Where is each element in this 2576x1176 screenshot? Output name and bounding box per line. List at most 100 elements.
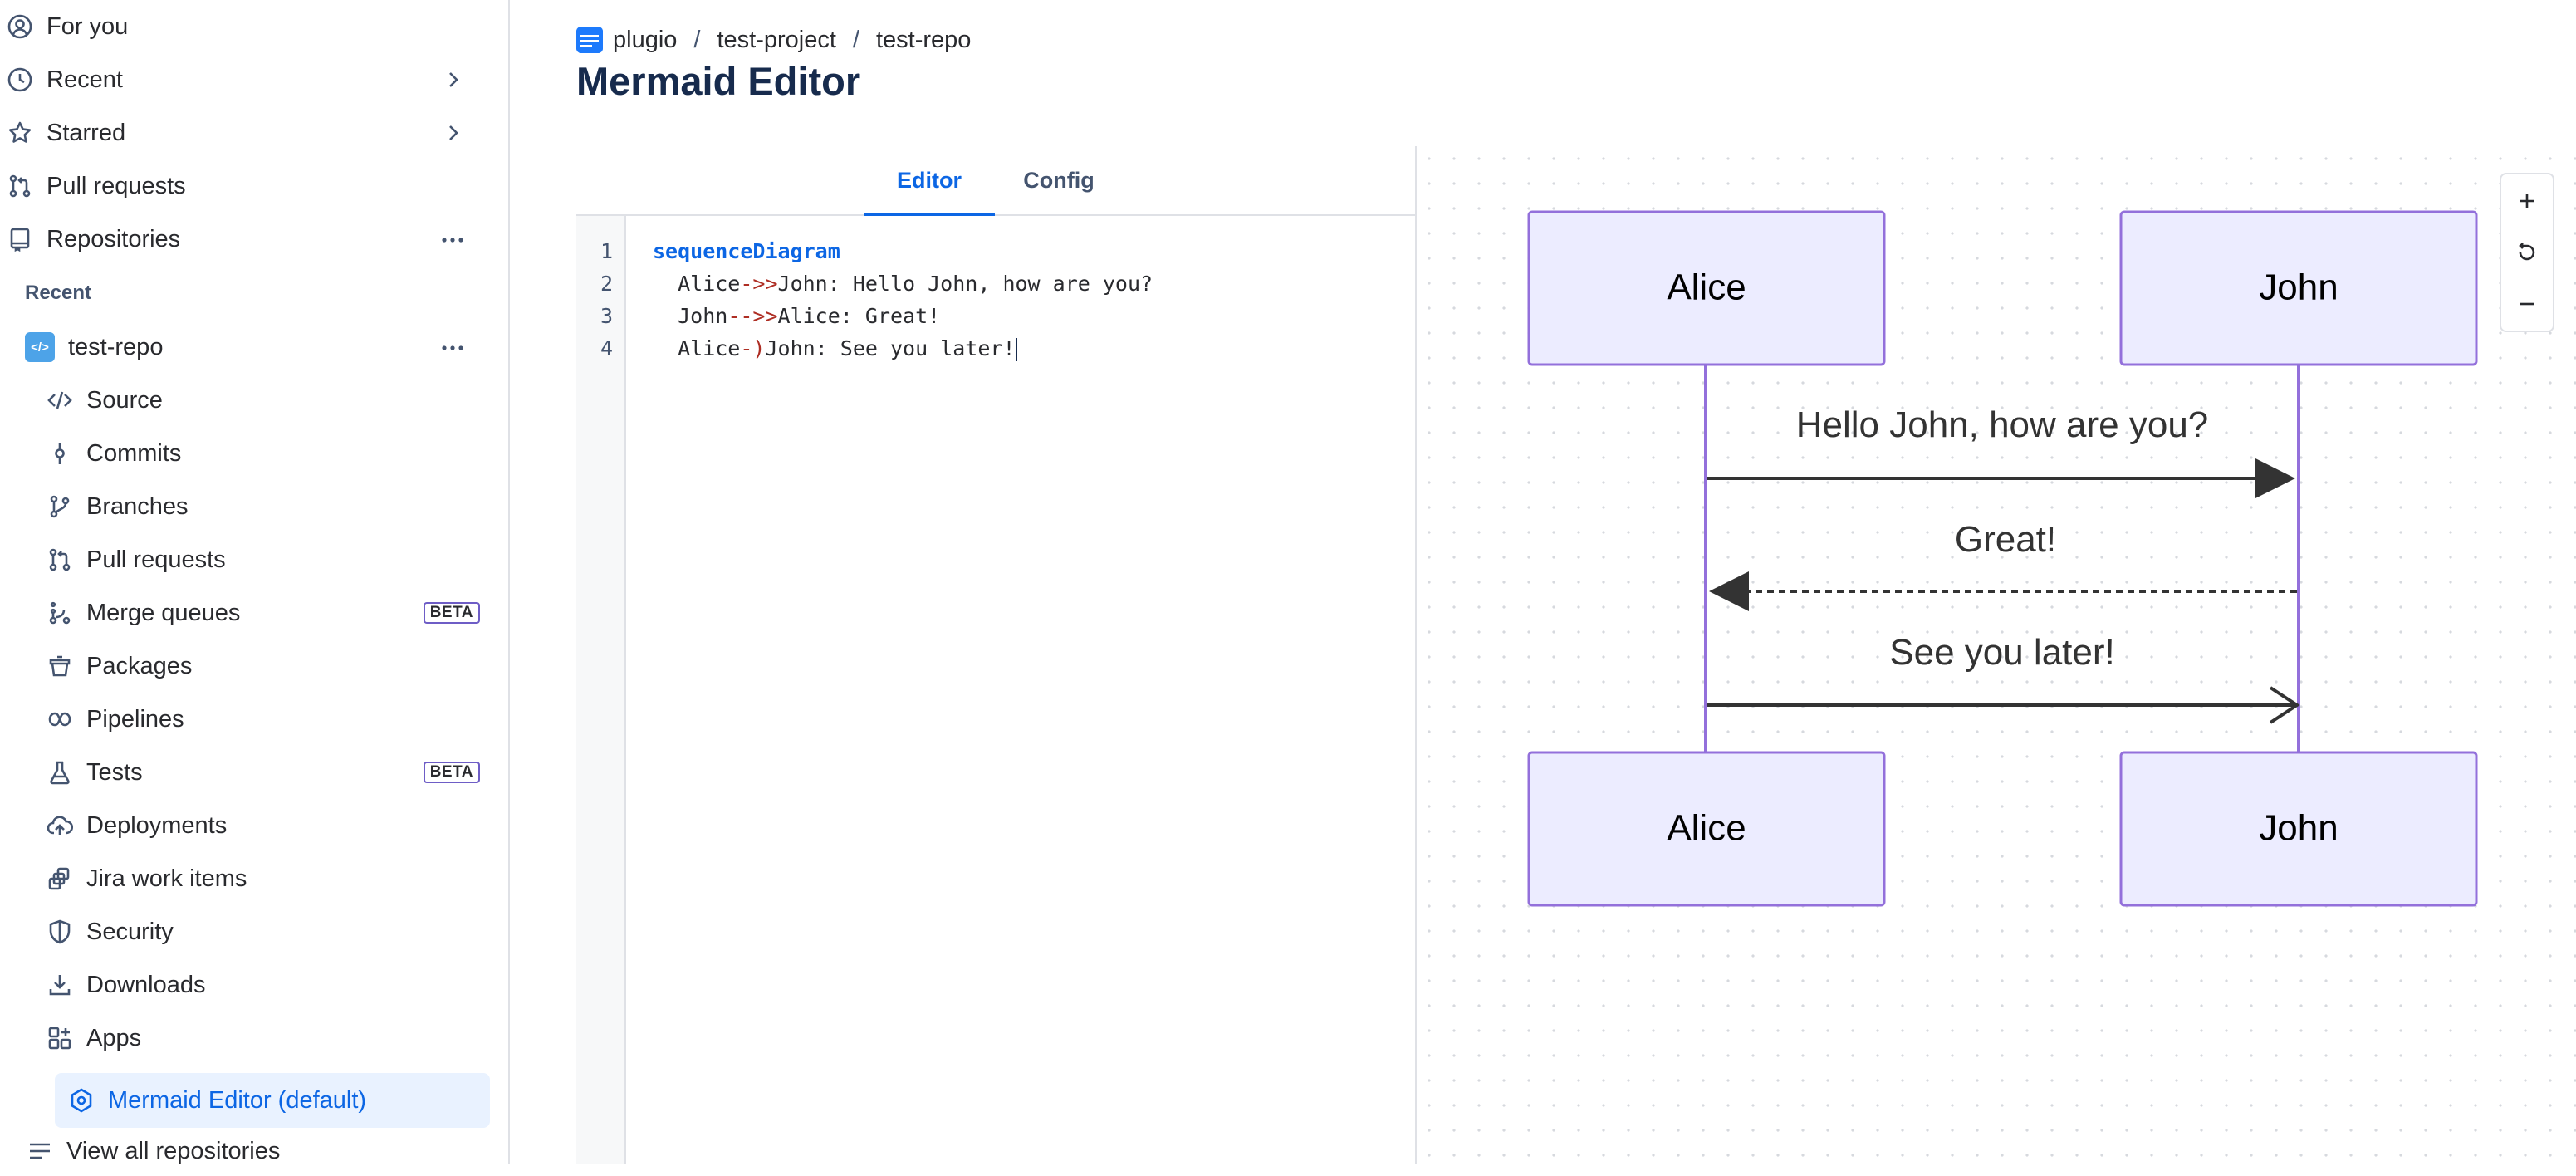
more-options-icon[interactable] (440, 228, 465, 252)
pipelines-icon (45, 704, 75, 734)
merge-queue-icon (45, 598, 75, 628)
package-icon (45, 651, 75, 681)
editor-tabs: Editor Config (576, 146, 1415, 216)
editor-panel: Editor Config 1 2 3 4 sequenceDiagram Al… (576, 146, 1415, 1164)
sidebar-item-label: Merge queues (86, 599, 241, 626)
commit-icon (45, 439, 75, 468)
view-all-label: View all repositories (66, 1137, 281, 1164)
breadcrumb-workspace[interactable]: plugio (613, 27, 677, 54)
sidebar-item-tests[interactable]: Tests BETA (37, 747, 490, 797)
sidebar-item-repositories[interactable]: Repositories (0, 214, 490, 264)
cloud-upload-icon (45, 811, 75, 840)
sidebar-item-source[interactable]: Source (37, 375, 490, 425)
sidebar-item-label: Branches (86, 492, 189, 520)
sidebar-item-label: Pipelines (86, 705, 184, 733)
sidebar-item-recent[interactable]: Recent (0, 55, 490, 105)
view-all-repositories-link[interactable]: View all repositories (25, 1126, 490, 1176)
code-text: John: See you later! (765, 336, 1016, 360)
code-line: Alice->>John: Hello John, how are you? (653, 272, 1153, 296)
person-circle-icon (5, 12, 35, 42)
chevron-right-icon[interactable] (440, 66, 467, 93)
branch-icon (45, 492, 75, 522)
code-operator: -->> (727, 304, 778, 328)
page-title: Mermaid Editor (576, 59, 861, 103)
sidebar-item-starred[interactable]: Starred (0, 108, 490, 158)
sidebar-item-for-you[interactable]: For you (0, 2, 490, 51)
plus-icon (2520, 194, 2534, 208)
code-operator: ->> (740, 272, 778, 296)
tab-config[interactable]: Config (1005, 146, 1113, 214)
sidebar-item-pull-requests[interactable]: Pull requests (0, 161, 490, 211)
sidebar-item-mermaid-editor[interactable]: Mermaid Editor (default) (55, 1073, 490, 1128)
beta-badge: BETA (423, 762, 480, 783)
sidebar-item-label: Apps (86, 1024, 142, 1051)
minus-icon (2520, 302, 2534, 306)
sidebar-item-jira-work-items[interactable]: Jira work items (37, 854, 490, 904)
repository-icon (5, 224, 35, 254)
line-number: 1 (600, 239, 613, 263)
sidebar-item-label: Source (86, 386, 163, 414)
clock-icon (5, 65, 35, 95)
reset-zoom-button[interactable] (2501, 228, 2553, 277)
sidebar-item-branches[interactable]: Branches (37, 482, 490, 532)
sidebar-item-deployments[interactable]: Deployments (37, 801, 490, 850)
sidebar-item-downloads[interactable]: Downloads (37, 960, 490, 1010)
sidebar-item-pipelines[interactable]: Pipelines (37, 694, 490, 744)
sidebar-item-label: Recent (47, 66, 123, 93)
text-cursor (1015, 338, 1017, 361)
zoom-controls (2500, 173, 2554, 332)
sequence-diagram: Alice John Hello John, how are you? Grea… (1527, 210, 2478, 907)
sidebar-item-label: Starred (47, 119, 126, 146)
code-text: John: Hello John, how are you? (777, 272, 1153, 296)
sidebar-item-label: Pull requests (47, 172, 186, 199)
sidebar-item-commits[interactable]: Commits (37, 429, 490, 478)
sidebar-item-label: Pull requests (86, 546, 226, 573)
message-label: Hello John, how are you? (1796, 404, 2209, 445)
sidebar-item-label: Tests (86, 758, 143, 786)
breadcrumb-project[interactable]: test-project (717, 27, 835, 54)
sidebar-item-packages[interactable]: Packages (37, 641, 490, 691)
sidebar-item-pull-requests-repo[interactable]: Pull requests (37, 535, 490, 585)
sidebar-item-label: Mermaid Editor (default) (108, 1086, 367, 1114)
sidebar-item-label: For you (47, 12, 129, 40)
actor-label-john-bottom: John (2259, 808, 2338, 849)
sidebar-item-label: Packages (86, 652, 193, 679)
code-text: John (653, 304, 728, 328)
sidebar-item-merge-queues[interactable]: Merge queues BETA (37, 588, 490, 638)
message-label: See you later! (1889, 632, 2115, 673)
breadcrumb-separator: / (693, 26, 701, 53)
actor-label-alice-top: Alice (1667, 267, 1746, 308)
sidebar-item-apps[interactable]: Apps (37, 1013, 490, 1063)
code-text: Alice (653, 336, 741, 360)
sidebar-item-label: Downloads (86, 971, 206, 998)
actor-label-john-top: John (2259, 267, 2338, 308)
breadcrumb: plugio / test-project / test-repo (576, 23, 971, 56)
breadcrumb-repository[interactable]: test-repo (876, 27, 971, 54)
zoom-in-button[interactable] (2501, 176, 2553, 226)
star-icon (5, 118, 35, 148)
sidebar-item-test-repo[interactable]: </> test-repo (25, 322, 490, 372)
code-icon (45, 385, 75, 415)
code-line: John-->>Alice: Great! (653, 304, 940, 328)
code-line: sequenceDiagram (653, 239, 840, 263)
apps-grid-icon (45, 1023, 75, 1053)
beaker-icon (45, 757, 75, 787)
sidebar-item-label: Commits (86, 439, 182, 467)
line-number: 2 (600, 272, 613, 296)
tab-editor[interactable]: Editor (864, 146, 995, 216)
message-label: Great! (1955, 519, 2056, 560)
sidebar-item-security[interactable]: Security (37, 907, 490, 957)
pull-request-icon (5, 171, 35, 201)
code-editor[interactable]: 1 2 3 4 sequenceDiagram Alice->>John: He… (576, 216, 1415, 1164)
sidebar-item-label: Repositories (47, 225, 181, 252)
code-line: Alice-)John: See you later! (653, 336, 1017, 361)
line-number: 3 (600, 304, 613, 328)
code-text: Alice: Great! (777, 304, 941, 328)
zoom-out-button[interactable] (2501, 279, 2553, 329)
sidebar-item-label: Security (86, 918, 174, 945)
jira-icon (45, 864, 75, 894)
recent-section-heading: Recent (25, 282, 92, 304)
reset-icon (2519, 243, 2535, 261)
chevron-right-icon[interactable] (440, 120, 467, 146)
more-options-icon[interactable] (440, 336, 465, 360)
